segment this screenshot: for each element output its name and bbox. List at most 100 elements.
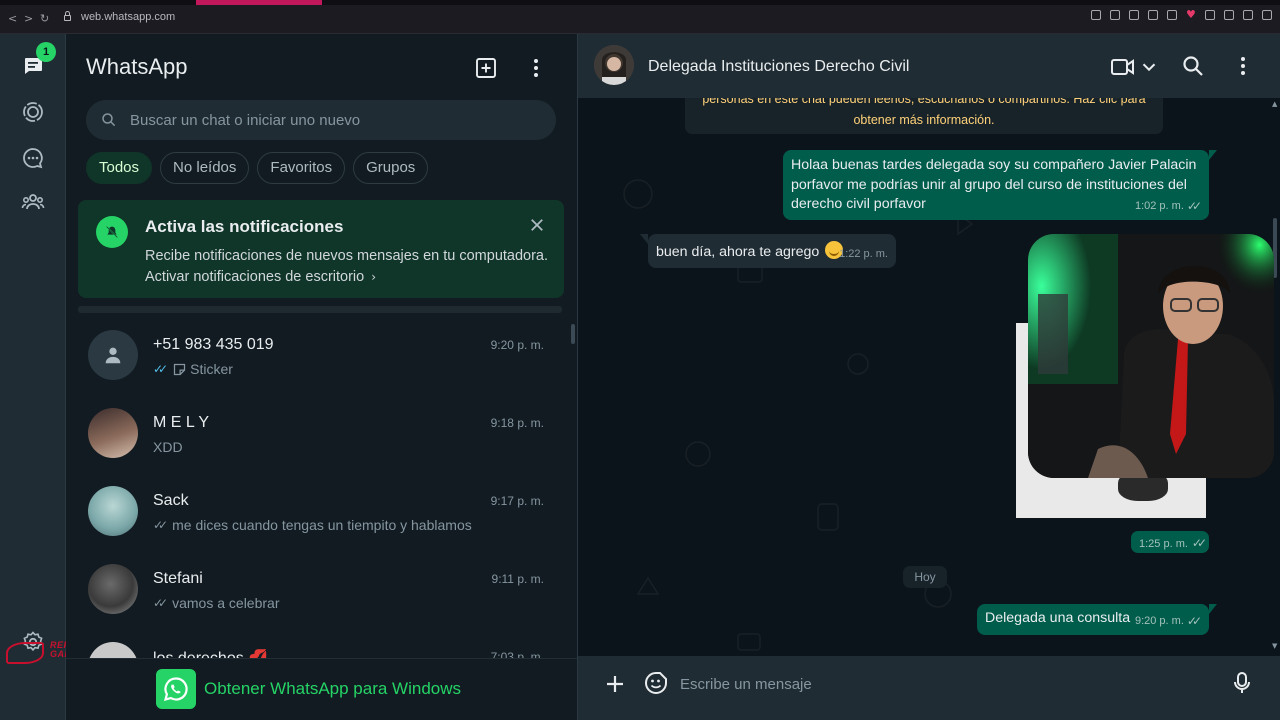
chat-time: 9:11 p. m. xyxy=(491,572,544,586)
list-divider xyxy=(78,306,562,313)
webcam-feed xyxy=(1028,234,1274,478)
chat-filters: Todos No leídos Favoritos Grupos xyxy=(86,152,429,184)
heart-icon[interactable]: ♥ xyxy=(1186,9,1196,20)
emoji-sticker-icon[interactable] xyxy=(643,670,669,696)
notification-banner: Activa las notificaciones Recibe notific… xyxy=(78,200,564,298)
bubble-tail xyxy=(1209,150,1217,160)
notification-description: Recibe notificaciones de nuevos mensajes… xyxy=(145,248,549,264)
unread-badge: 1 xyxy=(36,42,56,62)
play-icon[interactable] xyxy=(1167,10,1177,20)
menu-dots-icon[interactable] xyxy=(524,56,548,80)
search-icon[interactable] xyxy=(1181,54,1205,78)
chat-preview: XDD xyxy=(153,439,183,455)
message-incoming[interactable]: buen día, ahora te agrego 1:22 p. m. xyxy=(648,234,896,268)
channels-button[interactable] xyxy=(17,142,49,174)
chat-name: Stefani xyxy=(153,570,203,587)
address-bar[interactable]: web.whatsapp.com xyxy=(81,11,175,23)
chat-row[interactable]: Stefani 9:11 p. m. ✓✓ vamos a celebrar xyxy=(66,556,566,634)
communities-button[interactable] xyxy=(17,186,49,218)
reload-icon[interactable]: ↻ xyxy=(40,12,49,25)
sticker-meta: 1:25 p. m. ✓✓ xyxy=(1131,531,1209,553)
chevron-down-icon[interactable] xyxy=(1138,56,1160,78)
message-meta: 1:22 p. m. xyxy=(839,245,888,265)
shield-icon[interactable] xyxy=(1148,10,1158,20)
message-time: 1:22 p. m. xyxy=(839,247,888,260)
default-avatar-icon xyxy=(88,330,138,380)
download-icon[interactable] xyxy=(1243,10,1253,20)
chat-row[interactable]: Sack 9:17 p. m. ✓✓ me dices cuando tenga… xyxy=(66,478,566,556)
avatar xyxy=(88,408,138,458)
microphone-icon[interactable] xyxy=(1230,670,1254,696)
browser-extension-icons: ♥ xyxy=(1091,9,1272,24)
message-time: 9:20 p. m. xyxy=(1134,614,1184,627)
message-outgoing[interactable]: Holaa buenas tardes delegada soy su comp… xyxy=(783,150,1209,220)
search-input[interactable] xyxy=(130,100,530,140)
message-text: Delegada una consulta xyxy=(985,610,1131,626)
app-title: WhatsApp xyxy=(86,54,188,79)
conversation-header[interactable]: Delegada Instituciones Derecho Civil xyxy=(578,34,1280,98)
chat-preview: ✓✓ vamos a celebrar xyxy=(153,595,280,611)
avatar xyxy=(88,642,138,658)
message-input[interactable] xyxy=(680,664,1210,704)
filter-unread[interactable]: No leídos xyxy=(160,152,250,184)
video-call-icon[interactable] xyxy=(1110,54,1136,80)
scroll-down-icon[interactable]: ▼ xyxy=(1272,642,1277,650)
double-check-icon: ✓✓ xyxy=(153,362,168,376)
rog-logo-icon xyxy=(6,642,44,664)
chat-name: M E L Y xyxy=(153,414,210,431)
zoom-icon[interactable] xyxy=(1091,10,1101,20)
filter-groups[interactable]: Grupos xyxy=(353,152,429,184)
screenshot-icon[interactable] xyxy=(1129,10,1139,20)
contact-name[interactable]: Delegada Instituciones Derecho Civil xyxy=(648,58,909,76)
chat-time: 7:03 p. m. xyxy=(490,650,544,658)
chat-preview: ✓✓ me dices cuando tengas un tiempito y … xyxy=(153,517,472,533)
filter-all[interactable]: Todos xyxy=(86,152,153,184)
browser-tab-strip xyxy=(0,0,1280,5)
chat-time: 9:20 p. m. xyxy=(490,338,544,352)
avatar xyxy=(88,486,138,536)
attach-plus-icon[interactable] xyxy=(603,672,627,696)
double-check-icon: ✓✓ xyxy=(153,518,168,532)
chat-name: los derechos 💋 xyxy=(153,648,268,658)
filter-favorites[interactable]: Favoritos xyxy=(257,152,346,184)
share-icon[interactable] xyxy=(1224,10,1234,20)
forward-icon[interactable]: > xyxy=(24,12,33,25)
double-check-icon: ✓✓ xyxy=(1186,198,1202,213)
browser-menu-icon[interactable] xyxy=(1262,10,1272,20)
encryption-notice-line2: obtener más información. xyxy=(853,113,995,127)
bubble-tail xyxy=(640,234,648,244)
chat-preview: ✓✓ Sticker xyxy=(153,361,233,377)
chat-row[interactable]: +51 983 435 019 9:20 p. m. ✓✓ Sticker xyxy=(66,322,566,400)
message-time: 1:25 p. m. xyxy=(1139,538,1188,550)
close-icon[interactable] xyxy=(528,216,546,234)
chat-time: 9:17 p. m. xyxy=(490,494,544,508)
sticker-icon xyxy=(173,363,186,375)
status-button[interactable] xyxy=(17,96,49,128)
message-composer xyxy=(578,656,1280,720)
scroll-up-icon[interactable]: ▲ xyxy=(1272,100,1277,108)
browser-tab-active[interactable] xyxy=(196,0,322,5)
message-meta: 1:02 p. m. ✓✓ xyxy=(1135,197,1202,217)
channels-icon xyxy=(23,148,43,169)
chat-list: +51 983 435 019 9:20 p. m. ✓✓ Sticker M … xyxy=(66,322,577,658)
bubble-tail xyxy=(1209,604,1217,614)
chat-list-panel: WhatsApp Todos No leídos Favoritos Grupo… xyxy=(66,34,578,720)
chat-preview-text: vamos a celebrar xyxy=(172,595,280,611)
webcam-overlay xyxy=(1028,234,1274,478)
chat-row[interactable]: los derechos 💋 7:03 p. m. xyxy=(66,634,566,658)
message-outgoing[interactable]: Delegada una consulta 9:20 p. m. ✓✓ xyxy=(977,604,1209,635)
chat-row[interactable]: M E L Y 9:18 p. m. XDD xyxy=(66,400,566,478)
extensions-icon[interactable] xyxy=(1205,10,1215,20)
back-icon[interactable]: < xyxy=(8,12,17,25)
new-chat-icon[interactable] xyxy=(474,56,498,80)
pin-icon[interactable] xyxy=(1110,10,1120,20)
get-windows-app-banner[interactable]: Obtener WhatsApp para Windows xyxy=(66,658,577,720)
avatar xyxy=(88,564,138,614)
menu-dots-icon[interactable] xyxy=(1231,54,1255,78)
chat-preview-text: Sticker xyxy=(190,361,233,377)
chat-time: 9:18 p. m. xyxy=(490,416,544,430)
enable-notifications-link[interactable]: Activar notificaciones de escritorio › xyxy=(145,269,376,285)
lock-icon xyxy=(64,11,71,21)
contact-avatar[interactable] xyxy=(594,45,634,85)
notification-title: Activa las notificaciones xyxy=(145,217,344,236)
